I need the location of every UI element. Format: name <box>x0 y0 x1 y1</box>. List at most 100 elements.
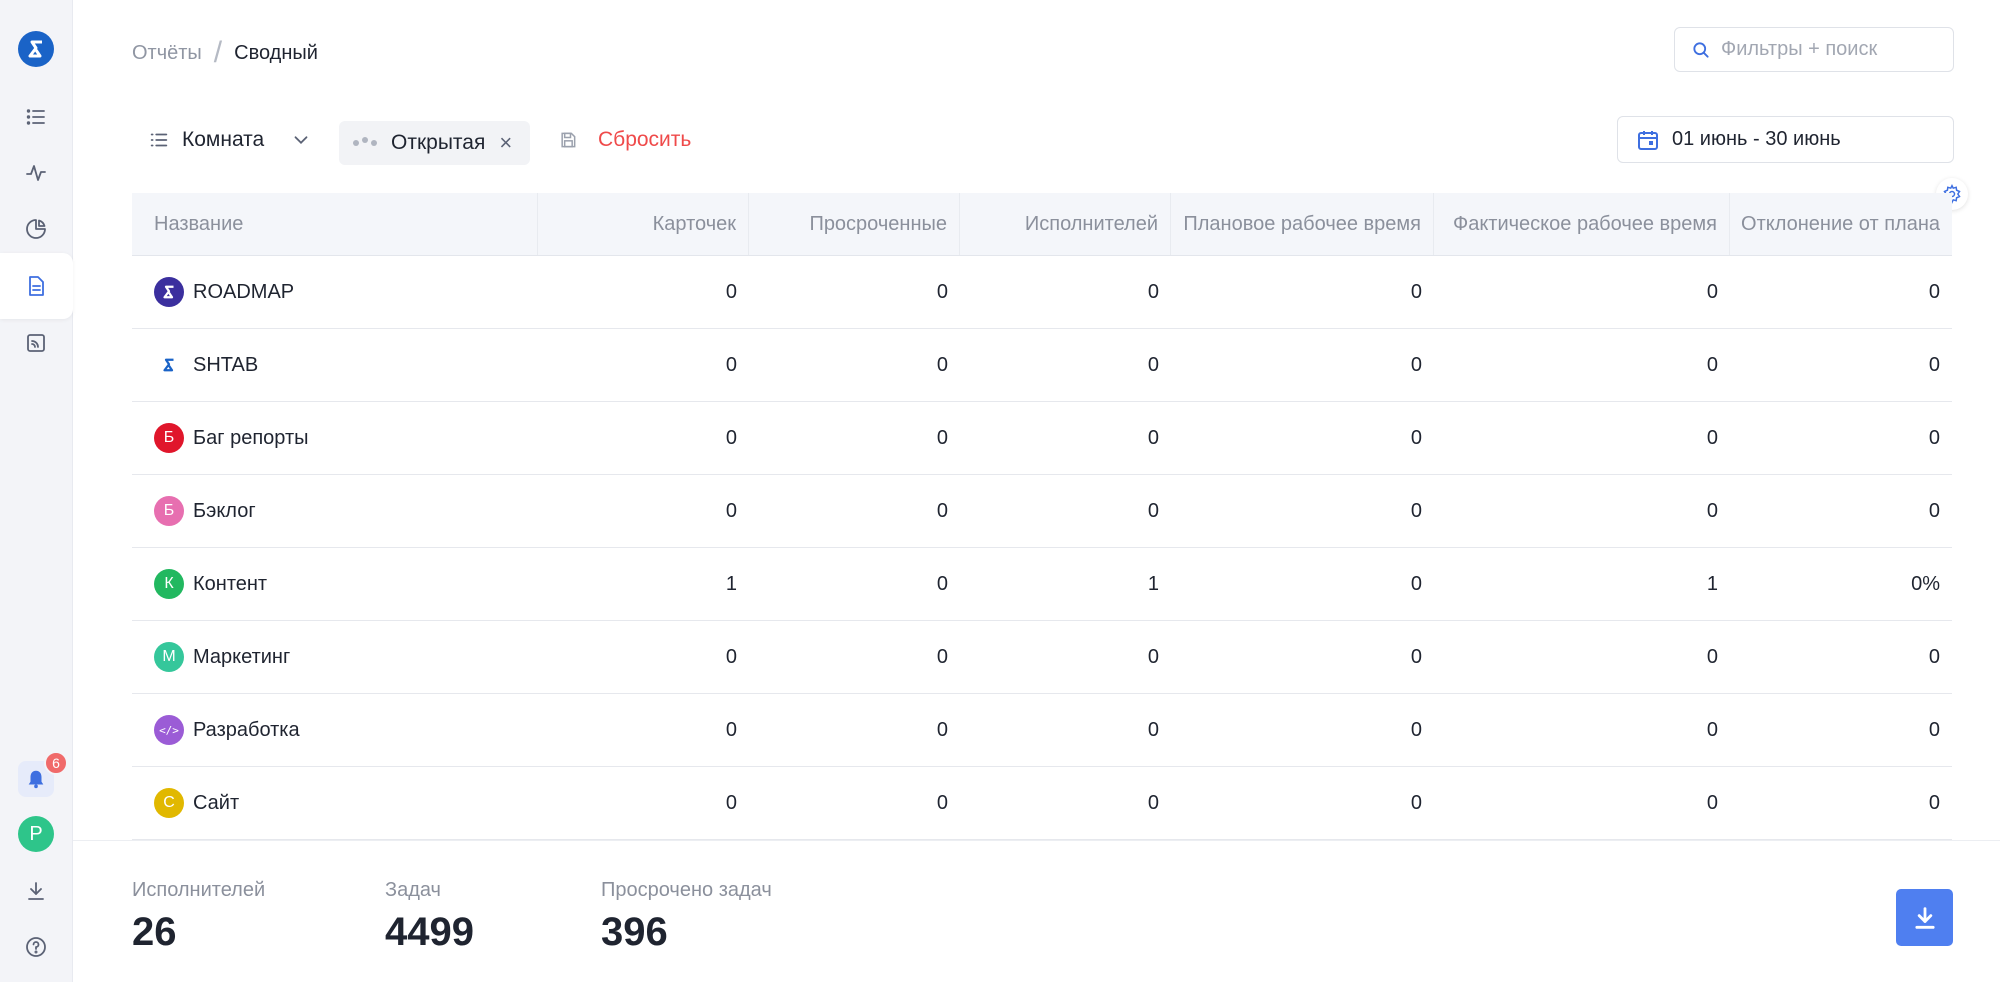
search-input[interactable] <box>1721 38 1941 61</box>
room-shtab-logo-icon <box>154 350 184 380</box>
cell-value: 0 <box>1706 426 1718 449</box>
cell-value: 0 <box>1928 645 1940 668</box>
cell-room-name: М Маркетинг <box>132 621 538 693</box>
table-row[interactable]: К Контент 1 0 1 0 1 0% <box>132 548 1952 621</box>
cell-value: 0 <box>1410 645 1422 668</box>
column-header-name[interactable]: Название <box>132 193 538 255</box>
cell-value: 0 <box>936 353 948 376</box>
search-box[interactable] <box>1674 27 1954 72</box>
room-name[interactable]: ROADMAP <box>193 281 294 304</box>
cell-value: 0 <box>936 645 948 668</box>
stat-executors-value: 26 <box>132 910 177 954</box>
nav-pie-chart-icon[interactable] <box>18 211 54 247</box>
nav-reports-active[interactable] <box>0 253 73 319</box>
download-icon[interactable] <box>18 873 54 909</box>
room-name[interactable]: SHTAB <box>193 354 258 377</box>
cell-room-name: К Контент <box>132 548 538 620</box>
table-row[interactable]: М Маркетинг 0 0 0 0 0 0 <box>132 621 1952 694</box>
room-letter-avatar-icon: М <box>154 642 184 672</box>
reset-filters-button[interactable]: Сбросить <box>558 128 691 152</box>
group-by-dropdown[interactable]: Комната <box>148 128 312 152</box>
nav-activity-icon[interactable] <box>18 155 54 191</box>
cell-value: 0 <box>936 280 948 303</box>
cell-value: 0 <box>725 645 737 668</box>
cell-value: 0 <box>1706 718 1718 741</box>
cell-value: 0 <box>1706 499 1718 522</box>
cell-value: 0 <box>936 718 948 741</box>
breadcrumb-separator: / <box>213 36 223 69</box>
nav-feed-icon[interactable] <box>18 325 54 361</box>
column-header-executors[interactable]: Исполнителей <box>960 193 1171 255</box>
status-dots-icon <box>353 137 377 146</box>
cell-value: 0 <box>1928 791 1940 814</box>
close-icon[interactable]: × <box>499 130 512 156</box>
cell-room-name: </> Разработка <box>132 694 538 766</box>
reset-label: Сбросить <box>598 128 692 151</box>
cell-value: 0 <box>1147 718 1159 741</box>
cell-value: 0 <box>1147 645 1159 668</box>
cell-value: 0 <box>936 426 948 449</box>
room-name[interactable]: Разработка <box>193 719 300 742</box>
cell-room-name: Б Баг репорты <box>132 402 538 474</box>
sidebar: 6 P <box>0 0 73 982</box>
cell-value: 0 <box>725 280 737 303</box>
cell-value: 0 <box>1928 718 1940 741</box>
room-name[interactable]: Сайт <box>193 792 239 815</box>
room-roadmap-logo-icon <box>154 277 184 307</box>
cell-value: 0 <box>1928 353 1940 376</box>
cell-value: 1 <box>725 572 737 595</box>
breadcrumb-reports-link[interactable]: Отчёты <box>132 42 202 65</box>
summary-table: Название Карточек Просроченные Исполните… <box>132 193 1952 840</box>
table-row[interactable]: Б Баг репорты 0 0 0 0 0 0 <box>132 402 1952 475</box>
table-row[interactable]: </> Разработка 0 0 0 0 0 0 <box>132 694 1952 767</box>
cell-value: 0 <box>1147 426 1159 449</box>
column-header-cards[interactable]: Карточек <box>538 193 749 255</box>
stat-overdue: Просрочено задач 396 <box>601 879 772 955</box>
date-range-picker[interactable]: 01 июнь - 30 июнь <box>1617 116 1954 163</box>
logo-s-icon <box>28 40 42 58</box>
cell-value: 0 <box>1706 353 1718 376</box>
stat-executors-label: Исполнителей <box>132 879 266 901</box>
stat-tasks-label: Задач <box>385 879 441 901</box>
column-header-actual-time[interactable]: Фактическое рабочее время <box>1434 193 1730 255</box>
room-name[interactable]: Контент <box>193 573 267 596</box>
cell-value: 0 <box>1147 280 1159 303</box>
room-name[interactable]: Баг репорты <box>193 427 309 450</box>
calendar-icon <box>1638 130 1658 150</box>
chevron-down-icon <box>294 136 308 145</box>
room-letter-avatar-icon: С <box>154 788 184 818</box>
cell-value: 0 <box>1928 499 1940 522</box>
cell-value: 1 <box>1147 572 1159 595</box>
cell-value: 0 <box>1706 791 1718 814</box>
column-header-overdue[interactable]: Просроченные <box>749 193 960 255</box>
room-letter-avatar-icon: Б <box>154 496 184 526</box>
table-row[interactable]: С Сайт 0 0 0 0 0 0 <box>132 767 1952 840</box>
export-download-button[interactable] <box>1896 889 1953 946</box>
list-icon <box>150 133 168 147</box>
cell-value: 0 <box>1147 791 1159 814</box>
table-row[interactable]: ROADMAP 0 0 0 0 0 0 <box>132 256 1952 329</box>
cell-value: 0 <box>1928 280 1940 303</box>
user-avatar[interactable]: P <box>18 816 54 852</box>
table-row[interactable]: SHTAB 0 0 0 0 0 0 <box>132 329 1952 402</box>
cell-value: 0 <box>1147 353 1159 376</box>
table-body: ROADMAP 0 0 0 0 0 0 SHTAB 0 0 0 0 0 0 Б Баг репорты 0 0 0 0… <box>132 256 1952 840</box>
room-name[interactable]: Маркетинг <box>193 646 290 669</box>
column-header-planned-time[interactable]: Плановое рабочее время <box>1171 193 1434 255</box>
cell-value: 0 <box>936 499 948 522</box>
filter-chip-open[interactable]: Открытая × <box>339 121 531 165</box>
nav-list-icon[interactable] <box>18 99 54 135</box>
room-name[interactable]: Бэклог <box>193 500 256 523</box>
stat-executors: Исполнителей 26 <box>132 879 265 955</box>
cell-value: 0% <box>1911 572 1940 595</box>
cell-value: 0 <box>936 572 948 595</box>
cell-value: 0 <box>1410 718 1422 741</box>
help-icon[interactable] <box>18 929 54 965</box>
cell-value: 0 <box>1706 645 1718 668</box>
cell-value: 0 <box>936 791 948 814</box>
stat-overdue-label: Просрочено задач <box>601 879 772 901</box>
table-row[interactable]: Б Бэклог 0 0 0 0 0 0 <box>132 475 1952 548</box>
column-header-deviation[interactable]: Отклонение от плана <box>1730 193 1952 255</box>
app-logo-icon[interactable] <box>18 31 54 67</box>
room-letter-avatar-icon: К <box>154 569 184 599</box>
